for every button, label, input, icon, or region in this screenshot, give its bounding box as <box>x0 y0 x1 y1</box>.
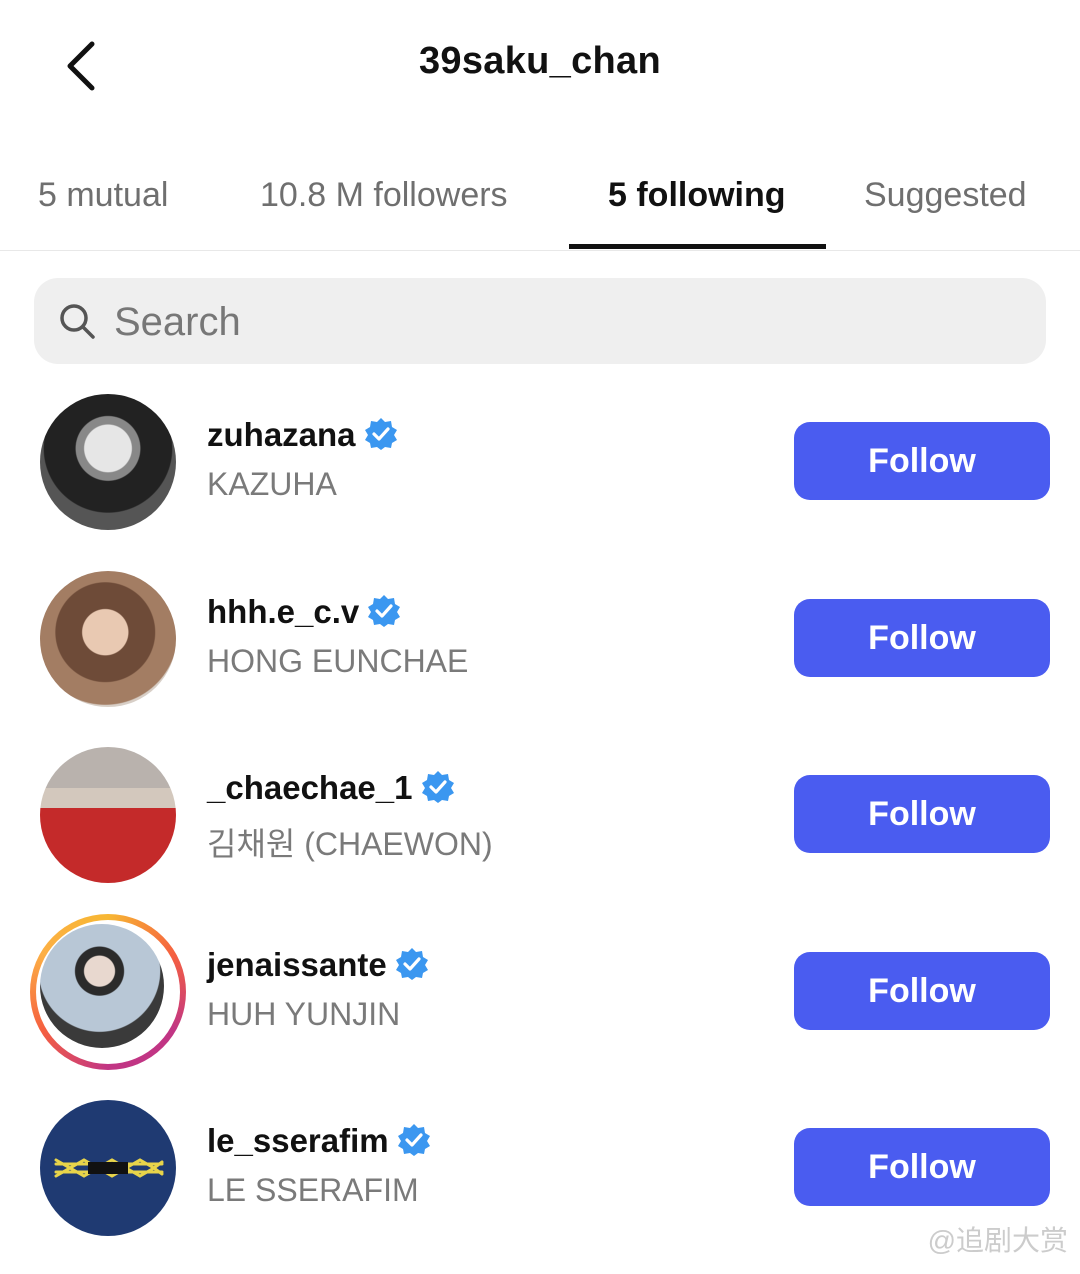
list-item[interactable]: hhh.e_c.v HONG EUNCHAE Follow <box>0 569 1080 745</box>
username[interactable]: jenaissante <box>207 946 429 984</box>
page-title: 39saku_chan <box>418 40 661 82</box>
tab-following[interactable]: 5 following <box>608 176 786 215</box>
tab-followers[interactable]: 10.8 M followers <box>260 176 508 215</box>
le-sserafim-logo-icon <box>54 1158 164 1178</box>
watermark: @追剧大赏 <box>927 1225 1068 1256</box>
follow-button[interactable]: Follow <box>794 952 1050 1030</box>
username[interactable]: le_sserafim <box>207 1122 431 1160</box>
list-item[interactable]: le_sserafim LE SSERAFIM Follow <box>0 1098 1080 1274</box>
full-name: HUH YUNJIN <box>207 996 401 1032</box>
avatar <box>40 924 164 1048</box>
full-name: 김채원 (CHAEWON) <box>207 826 493 862</box>
list-item[interactable]: zuhazana KAZUHA Follow <box>0 392 1080 568</box>
verified-badge-icon <box>395 948 428 981</box>
tab-bar: 5 mutual 10.8 M followers 5 following Su… <box>0 150 1080 251</box>
username-text: hhh.e_c.v <box>207 593 360 630</box>
search-icon <box>60 304 95 339</box>
full-name: KAZUHA <box>207 466 337 502</box>
search-input[interactable] <box>112 290 1016 354</box>
avatar[interactable] <box>40 1100 176 1236</box>
username[interactable]: zuhazana <box>207 416 398 454</box>
search-bar <box>34 278 1046 364</box>
verified-badge-icon <box>421 771 454 804</box>
full-name: HONG EUNCHAE <box>207 643 469 679</box>
follow-button[interactable]: Follow <box>794 422 1050 500</box>
verified-badge-icon <box>364 418 397 451</box>
username-text: _chaechae_1 <box>207 769 413 806</box>
username-text: jenaissante <box>207 946 387 983</box>
top-bar: 39saku_chan <box>0 0 1080 130</box>
tab-mutual[interactable]: 5 mutual <box>38 176 168 215</box>
avatar[interactable] <box>40 394 176 530</box>
full-name: LE SSERAFIM <box>207 1172 419 1208</box>
avatar[interactable] <box>40 747 176 883</box>
follow-button[interactable]: Follow <box>794 775 1050 853</box>
avatar-story-ring[interactable] <box>30 914 186 1070</box>
active-tab-indicator <box>569 244 826 249</box>
list-item[interactable]: _chaechae_1 김채원 (CHAEWON) Follow <box>0 745 1080 921</box>
follow-button[interactable]: Follow <box>794 1128 1050 1206</box>
username[interactable]: hhh.e_c.v <box>207 593 401 631</box>
tab-suggested[interactable]: Suggested <box>864 176 1027 215</box>
avatar[interactable] <box>40 571 176 707</box>
username[interactable]: _chaechae_1 <box>207 769 455 807</box>
list-item[interactable]: jenaissante HUH YUNJIN Follow <box>0 914 1080 1098</box>
follow-button[interactable]: Follow <box>794 599 1050 677</box>
verified-badge-icon <box>397 1124 430 1157</box>
username-text: le_sserafim <box>207 1122 389 1159</box>
verified-badge-icon <box>368 595 401 628</box>
username-text: zuhazana <box>207 416 356 453</box>
